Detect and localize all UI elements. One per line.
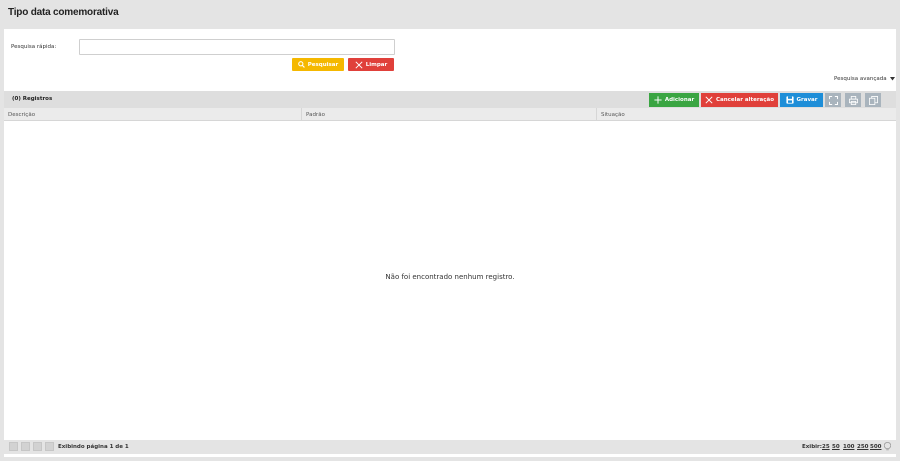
plus-icon (654, 96, 662, 104)
advanced-search-label: Pesquisa avançada (834, 76, 887, 82)
print-icon (848, 95, 858, 105)
page-title: Tipo data comemorativa (8, 7, 119, 18)
quick-search-input[interactable] (79, 39, 395, 55)
expand-icon (828, 95, 838, 105)
fullscreen-button[interactable] (825, 93, 841, 107)
quick-search-label: Pesquisa rápida: (11, 44, 57, 50)
search-icon (297, 61, 305, 68)
page-size-25[interactable]: 25 (822, 444, 830, 450)
column-header-padrao[interactable]: Padrão (301, 108, 596, 121)
floppy-disk-icon (785, 96, 794, 104)
empty-table-message: Não foi encontrado nenhum registro. (385, 273, 515, 281)
search-button[interactable]: Pesquisar (292, 58, 344, 71)
copy-button[interactable] (865, 93, 881, 107)
advanced-search-toggle[interactable]: Pesquisa avançada (834, 76, 895, 82)
page-size-500[interactable]: 500 (870, 444, 881, 450)
title-bar (0, 0, 900, 28)
next-page-button[interactable] (33, 442, 42, 451)
column-header-descricao[interactable]: Descrição (4, 108, 301, 121)
cancel-changes-button[interactable]: Cancelar alteração (701, 93, 778, 107)
records-count: (0) Registros (12, 96, 53, 102)
page-size-label: Exibir: (802, 444, 822, 450)
close-icon (705, 96, 713, 104)
page-size-50[interactable]: 50 (832, 444, 840, 450)
close-icon (355, 60, 363, 69)
column-header-situacao[interactable]: Situação (596, 108, 896, 121)
first-page-button[interactable] (9, 442, 18, 451)
clear-button-label: Limpar (365, 61, 388, 68)
save-button[interactable]: Gravar (780, 93, 823, 107)
print-button[interactable] (845, 93, 861, 107)
caret-down-icon (889, 77, 895, 81)
page-info: Exibindo página 1 de 1 (58, 444, 129, 450)
search-button-label: Pesquisar (307, 61, 339, 68)
page-size-250[interactable]: 250 (857, 444, 868, 450)
add-button[interactable]: Adicionar (649, 93, 699, 107)
last-page-button[interactable] (45, 442, 54, 451)
copy-icon (868, 95, 878, 105)
save-button-label: Gravar (796, 97, 818, 103)
add-button-label: Adicionar (664, 97, 695, 103)
grid-footer (4, 440, 896, 454)
clear-button[interactable]: Limpar (348, 58, 394, 71)
lightbulb-icon[interactable] (884, 442, 891, 451)
page-size-100[interactable]: 100 (843, 444, 854, 450)
cancel-changes-label: Cancelar alteração (715, 97, 774, 103)
previous-page-button[interactable] (21, 442, 30, 451)
